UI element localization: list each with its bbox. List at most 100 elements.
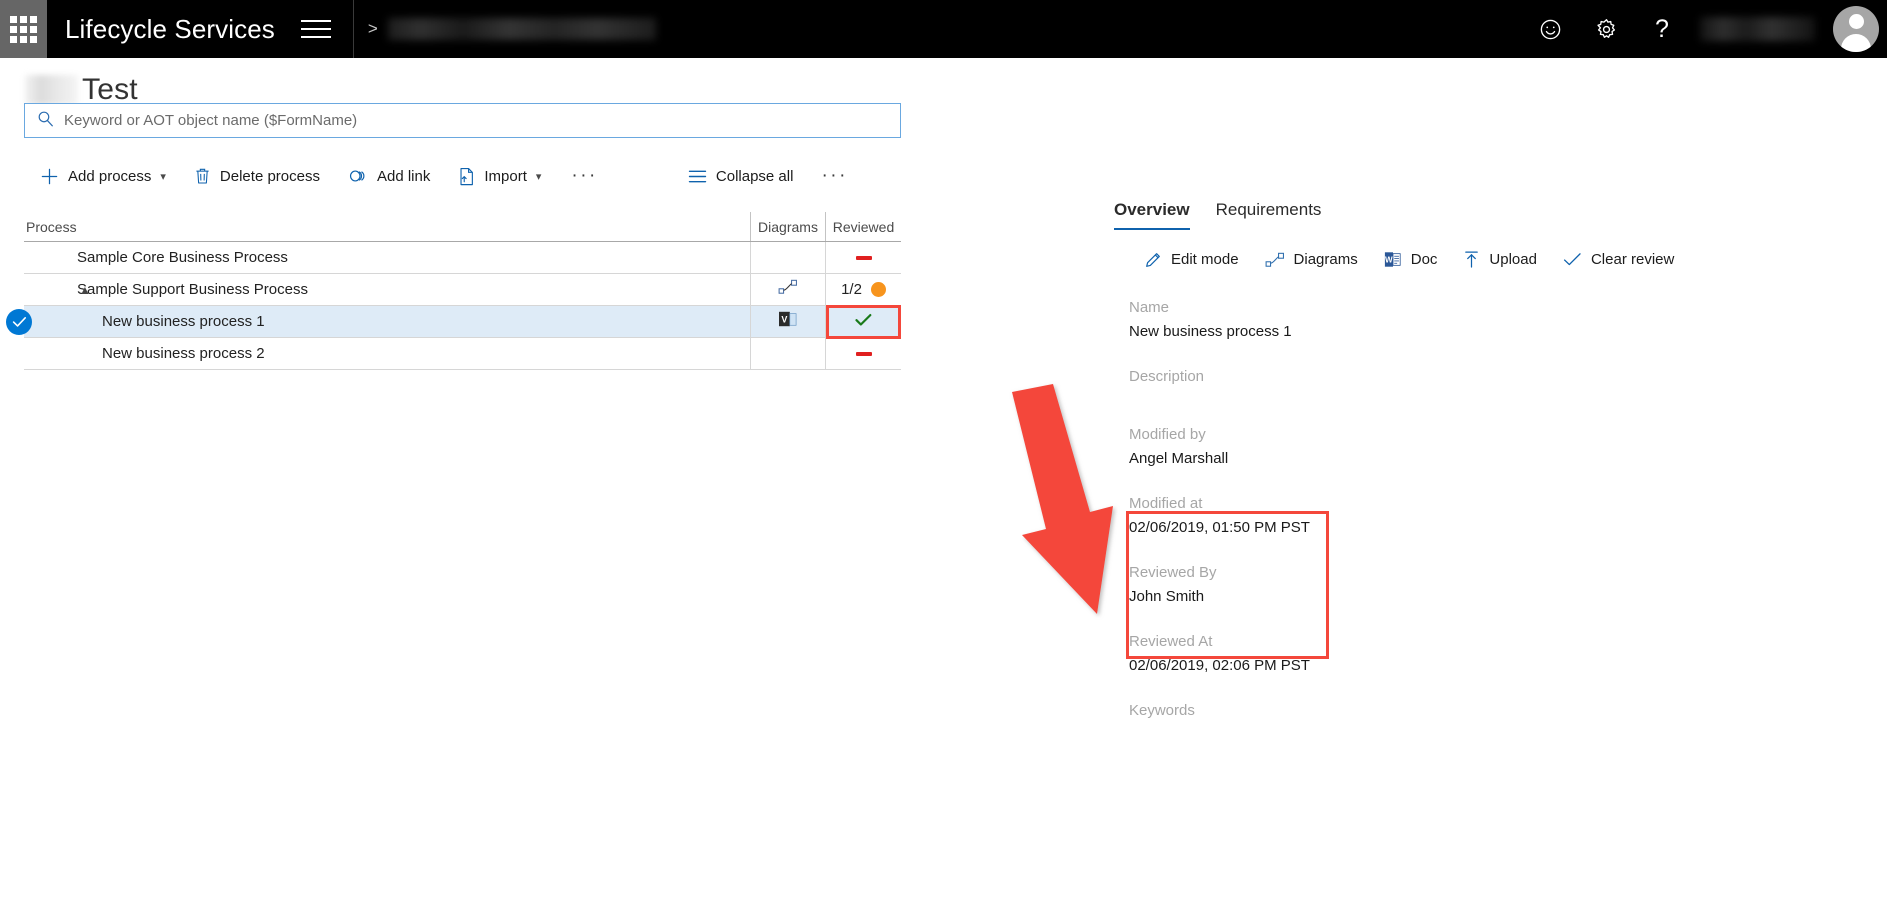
field-value-modified-at: 02/06/2019, 01:50 PM PST: [1129, 519, 1310, 536]
brand-title: Lifecycle Services: [65, 13, 275, 44]
checkmark-icon: [1563, 252, 1582, 267]
field-label-reviewed-by: Reviewed By: [1129, 564, 1217, 581]
process-table: Process Diagrams Reviewed Sample Core Bu…: [6, 212, 901, 370]
delete-process-button[interactable]: Delete process: [194, 158, 320, 194]
reviewed-fraction: 1/2: [841, 281, 862, 298]
delete-process-label: Delete process: [219, 167, 320, 185]
chevron-down-icon[interactable]: ▾: [160, 170, 166, 183]
chevron-up-icon[interactable]: ▲: [79, 283, 91, 297]
tab-requirements[interactable]: Requirements: [1216, 200, 1322, 230]
pencil-icon: [1144, 251, 1162, 269]
field-label-reviewed-at: Reviewed At: [1129, 633, 1213, 650]
search-icon: [37, 110, 54, 132]
user-name-blurred[interactable]: [1700, 17, 1815, 41]
status-not-reviewed-icon: [855, 255, 872, 260]
search-input[interactable]: [62, 111, 890, 130]
field-value-description: [1129, 392, 1874, 402]
table-row[interactable]: Sample Core Business Process: [24, 242, 901, 274]
import-label: Import: [484, 167, 527, 185]
diagrams-cell[interactable]: [750, 274, 825, 305]
process-cell[interactable]: New business process 1: [6, 306, 750, 337]
add-process-button[interactable]: Add process ▾: [40, 158, 166, 194]
upload-button[interactable]: Upload: [1463, 250, 1537, 269]
hamburger-menu-icon[interactable]: [300, 17, 331, 41]
diagrams-label: Diagrams: [1293, 251, 1358, 268]
reviewed-cell[interactable]: [825, 242, 901, 273]
table-overflow-button[interactable]: ···: [817, 165, 851, 187]
svg-text:V: V: [781, 315, 787, 325]
page-title-blurred-prefix: [25, 75, 78, 105]
collapse-all-label: Collapse all: [715, 167, 794, 185]
process-name: Sample Core Business Process: [77, 249, 288, 266]
column-header-process[interactable]: Process: [24, 212, 750, 241]
trash-icon: [194, 167, 211, 185]
diagrams-button[interactable]: Diagrams: [1265, 251, 1358, 268]
diagrams-cell[interactable]: [750, 338, 825, 369]
status-partial-icon: [870, 282, 886, 297]
table-row[interactable]: ▲ Sample Support Business Process 1/2: [24, 274, 901, 306]
doc-label: Doc: [1410, 251, 1438, 268]
reviewed-cell[interactable]: [825, 338, 901, 369]
field-value-modified-by: Angel Marshall: [1129, 450, 1229, 467]
toolbar-overflow-button[interactable]: ···: [567, 165, 601, 187]
column-header-diagrams[interactable]: Diagrams: [750, 212, 825, 241]
user-avatar-icon[interactable]: [1833, 6, 1879, 52]
column-header-reviewed[interactable]: Reviewed: [825, 212, 901, 241]
field-value-reviewed-by: John Smith: [1129, 588, 1205, 605]
tab-overview[interactable]: Overview: [1114, 200, 1190, 230]
app-launcher-button[interactable]: [0, 0, 47, 58]
header-divider: [352, 0, 354, 58]
process-name: New business process 1: [102, 313, 265, 330]
field-label-name: Name: [1129, 299, 1170, 316]
field-value-reviewed-at: 02/06/2019, 02:06 PM PST: [1129, 657, 1310, 674]
table-row[interactable]: New business process 1 V: [6, 305, 901, 339]
chevron-down-icon[interactable]: ▾: [536, 170, 542, 183]
process-toolbar: Add process ▾ Delete process Add link Im…: [40, 158, 852, 194]
smiley-face-icon[interactable]: [1522, 0, 1578, 58]
breadcrumb-blurred[interactable]: [387, 18, 656, 40]
detail-tabs: Overview Requirements: [1114, 200, 1874, 230]
import-file-icon: [458, 167, 475, 186]
field-value-name: New business process 1: [1129, 323, 1292, 340]
detail-command-bar: Edit mode Diagrams W Doc Upload Clear re…: [1144, 250, 1874, 269]
status-reviewed-icon: [855, 312, 872, 332]
header-actions: ?: [1522, 0, 1887, 58]
doc-button[interactable]: W Doc: [1384, 250, 1438, 269]
svg-text:W: W: [1385, 256, 1393, 265]
diagrams-cell[interactable]: V: [750, 306, 825, 337]
table-row[interactable]: New business process 2: [24, 338, 901, 370]
reviewed-cell[interactable]: 1/2: [825, 274, 901, 305]
process-cell[interactable]: Sample Core Business Process: [24, 242, 750, 273]
gear-icon[interactable]: [1578, 0, 1634, 58]
add-link-button[interactable]: Add link: [348, 158, 430, 194]
clear-review-label: Clear review: [1590, 251, 1675, 268]
process-cell[interactable]: New business process 2: [24, 338, 750, 369]
add-link-label: Add link: [376, 167, 431, 185]
process-name: Sample Support Business Process: [77, 281, 308, 298]
reviewed-cell[interactable]: [825, 305, 901, 339]
table-header-row: Process Diagrams Reviewed: [24, 212, 901, 242]
clear-review-button[interactable]: Clear review: [1563, 251, 1674, 268]
field-label-modified-by: Modified by: [1129, 426, 1206, 443]
diagram-connector-icon: [1265, 252, 1285, 268]
field-label-keywords: Keywords: [1129, 702, 1195, 719]
detail-panel: Overview Requirements Edit mode Diagrams: [1114, 200, 1874, 726]
status-not-reviewed-icon: [855, 351, 872, 356]
collapse-all-button[interactable]: Collapse all: [688, 158, 794, 194]
diagrams-cell[interactable]: [750, 242, 825, 273]
link-chain-icon: [348, 167, 368, 185]
visio-file-icon: V: [778, 310, 798, 333]
word-document-icon: W: [1384, 250, 1402, 269]
edit-mode-button[interactable]: Edit mode: [1144, 251, 1239, 269]
process-cell[interactable]: ▲ Sample Support Business Process: [24, 274, 750, 305]
top-header-bar: Lifecycle Services > ?: [0, 0, 1887, 58]
help-question-icon[interactable]: ?: [1634, 0, 1690, 58]
row-selected-checkmark-icon[interactable]: [6, 308, 32, 335]
collapse-lines-icon: [688, 169, 707, 184]
page-title: Test: [25, 73, 138, 107]
add-process-label: Add process: [68, 167, 152, 185]
field-label-modified-at: Modified at: [1129, 495, 1203, 512]
search-box[interactable]: [24, 103, 901, 138]
import-button[interactable]: Import ▾: [458, 158, 541, 194]
app-launcher-grid-icon: [10, 15, 37, 43]
